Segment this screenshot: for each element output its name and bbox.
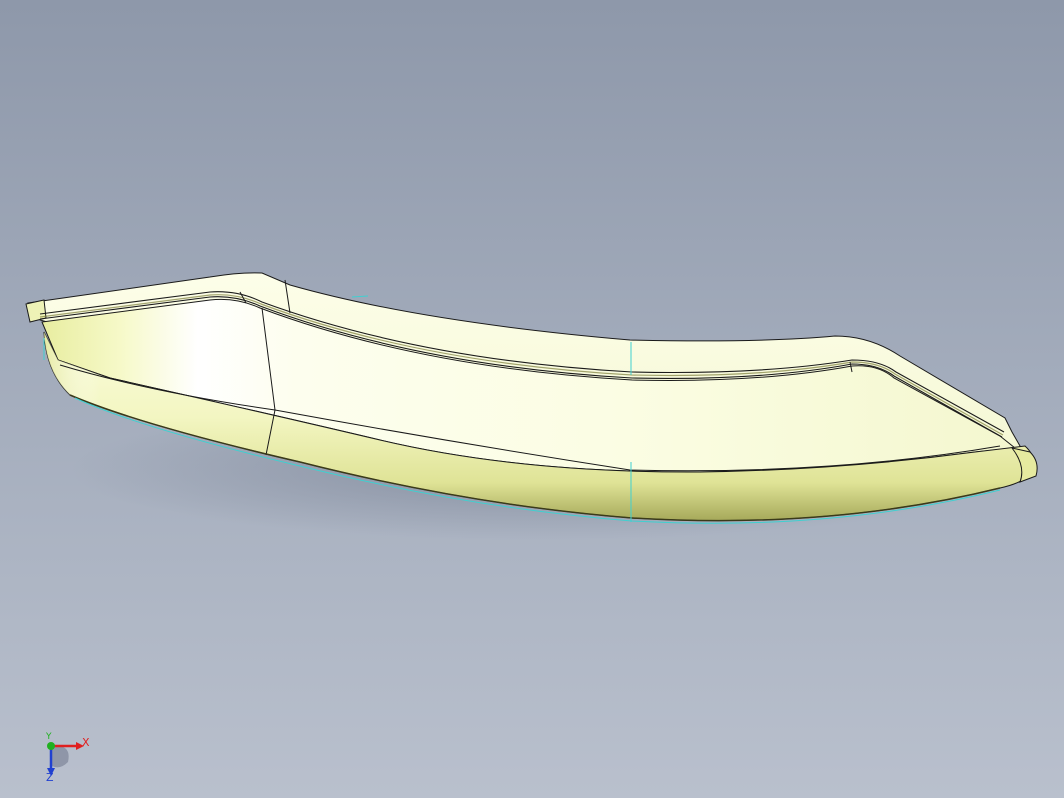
triad-z-label: Z bbox=[46, 771, 54, 784]
triad-shadow bbox=[52, 745, 69, 768]
graphics-viewport[interactable]: X Y Z bbox=[0, 0, 1064, 798]
3d-part-model[interactable] bbox=[0, 0, 1064, 798]
triad-x-label: X bbox=[82, 736, 90, 749]
triad-y-label: Y bbox=[46, 732, 52, 742]
sketch-line-top bbox=[351, 295, 369, 298]
reference-triad: X Y Z bbox=[38, 730, 98, 786]
y-axis-dot bbox=[47, 742, 55, 750]
